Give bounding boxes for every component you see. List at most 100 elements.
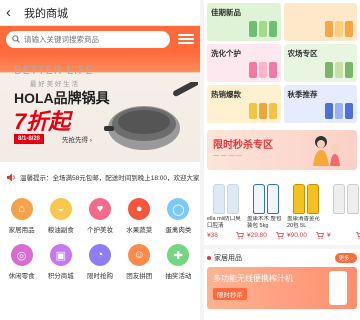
product-card[interactable]: 盈康清香金花 20包 5L ¥90.00 (287, 176, 324, 239)
category-label: 休闲零食 (8, 273, 35, 280)
product-price: ¥90.00 (287, 232, 307, 239)
flash-sale-banner[interactable]: 限时秒杀专区 — — — — (207, 130, 357, 170)
banner-date: 8/1-8/28 (14, 134, 45, 144)
home-goods-section: 家居用品 更多 › 多功能无线便携榨汁机 限时秒杀 (204, 245, 360, 309)
section-promo-banner[interactable]: 多功能无线便携榨汁机 限时秒杀 (207, 267, 357, 309)
top-bar: ‹ 我的商城 (0, 0, 200, 26)
banner-discount: 7折起 (14, 109, 71, 134)
menu-icon[interactable] (178, 32, 194, 46)
feature-tiles: 佳期新品洗化个护 农场专区热销爆款 秋季推荐 (204, 0, 360, 126)
back-arrow-icon[interactable]: ‹ (6, 5, 20, 20)
add-to-cart-icon[interactable] (276, 232, 284, 239)
tile-label: 热销爆款 (211, 90, 241, 99)
category-item[interactable]: ✚ 抽奖活动 (159, 244, 198, 280)
section-title: 家居用品 (214, 255, 242, 262)
speaker-icon (7, 173, 15, 181)
feature-tile[interactable]: 热销爆款 (207, 85, 281, 123)
tile-products-image (325, 21, 353, 37)
search-box[interactable] (6, 30, 170, 48)
category-label: 水果蔬菜 (126, 227, 153, 234)
search-input[interactable] (24, 34, 144, 44)
lollipop-icon: ◎ (10, 244, 33, 266)
category-label: 粮油副食 (47, 227, 74, 234)
tile-label: 佳期新品 (211, 8, 241, 17)
category-label: 积分商城 (47, 273, 74, 280)
feature-tile[interactable]: 秋季推荐 (283, 85, 357, 123)
notice-text: 温馨提示：全场满58元包邮，配送时间到晚上18:00，欢迎大家 (20, 175, 200, 182)
category-item[interactable]: ⌂ 家居用品 (2, 198, 41, 234)
section-dot-icon (207, 256, 211, 260)
category-label: 抽奖活动 (165, 273, 192, 280)
tile-label: 农场专区 (287, 49, 318, 58)
banner-cta[interactable]: 先抢先得 › (62, 134, 92, 144)
product-price: ¥29.80 (247, 232, 267, 239)
product-name: ella mii防口臭口腔清 (207, 216, 241, 229)
product-card[interactable]: 盈康木木 整包装包 5kg ¥29.80 (247, 176, 284, 239)
egg-icon: ◯ (167, 198, 190, 220)
category-item[interactable]: ◯ 蛋禽肉类 (159, 198, 198, 234)
category-item[interactable]: ☺ 团友拼团 (120, 244, 159, 280)
category-label: 家居用品 (8, 227, 35, 234)
feature-tile[interactable] (283, 3, 357, 41)
apple-icon: ● (128, 198, 151, 220)
tile-products-image (248, 62, 277, 78)
home-screen: ‹ 我的商城 BETTER LIFE 最 好 美 好 生 活 HOLA品牌锅具 … (0, 0, 200, 320)
section-promo-tag: 限时秒杀 (213, 288, 247, 300)
feature-tile[interactable]: 农场专区 (283, 44, 357, 82)
banner-brand: BETTER LIFE (14, 64, 94, 77)
section-header: 家居用品 (207, 253, 242, 263)
category-label: 限时抢购 (86, 273, 113, 280)
category-label: 蛋禽肉类 (165, 227, 192, 234)
banner-brand-sub: 最 好 美 好 生 活 (30, 81, 79, 88)
category-screen: 佳期新品洗化个护 农场专区热销爆款 秋季推荐 限时秒杀专区 — — — — ella… (204, 0, 360, 320)
category-item[interactable]: ◔ 限时抢购 (80, 244, 119, 280)
group-icon: ☺ (128, 244, 151, 266)
juicer-image (329, 271, 347, 305)
feature-tile[interactable]: 佳期新品 (207, 3, 281, 41)
product-price: ¥38 (207, 232, 218, 239)
more-button[interactable]: 更多 › (334, 253, 357, 263)
product-strip: ella mii防口臭口腔清 ¥38 盈康木木 整包装包 5kg ¥29.80 盈康清香… (204, 170, 360, 239)
product-name: 盈康清香金花 20包 5L (287, 216, 321, 229)
search-icon (12, 35, 20, 43)
tile-products-image (248, 103, 277, 119)
category-label: 团友拼团 (126, 273, 153, 280)
category-item[interactable]: ♥ 个护美妆 (80, 198, 119, 234)
search-bar (0, 26, 200, 52)
lipstick-icon: ♥ (88, 198, 111, 220)
product-image (247, 176, 284, 214)
product-name: 盈康木木 整包装包 5kg (247, 216, 282, 229)
add-to-cart-icon[interactable] (236, 232, 244, 239)
tile-products-image (325, 62, 353, 78)
product-image (327, 176, 360, 214)
rice-bowl-icon: ◒ (49, 198, 72, 220)
page-title: 我的商城 (24, 7, 68, 20)
mother-child-illustration (313, 136, 340, 166)
sofa-icon: ⌂ (10, 198, 33, 220)
add-to-cart-icon[interactable] (316, 232, 324, 239)
promo-banner[interactable]: BETTER LIFE 最 好 美 好 生 活 HOLA品牌锅具 7折起 8/1… (0, 52, 200, 162)
shop-icon: ▣ (49, 244, 72, 266)
category-label: 个护美妆 (86, 227, 113, 234)
feature-tile[interactable]: 洗化个护 (207, 44, 281, 82)
tile-label: 秋季推荐 (287, 90, 318, 99)
category-grid: ⌂ 家居用品 ◒ 粮油副食 ♥ 个护美妆 ● 水果蔬菜 ◯ 蛋禽肉类 ◎ 休闲零食 ▣ 积分商城 ◔ 限时抢购… (0, 188, 200, 280)
tile-label: 洗化个护 (211, 49, 241, 58)
category-item[interactable]: ◒ 粮油副食 (41, 198, 80, 234)
tile-products-image (248, 21, 277, 37)
wok-image (104, 82, 198, 150)
product-name (327, 216, 360, 230)
category-item[interactable]: ▣ 积分商城 (41, 244, 80, 280)
product-image (207, 176, 244, 214)
clock-icon: ◔ (88, 244, 111, 266)
category-item[interactable]: ◎ 休闲零食 (2, 244, 41, 280)
notice-bar: 温馨提示：全场满58元包邮，配送时间到晚上18:00，欢迎大家 (0, 166, 200, 188)
product-image (287, 176, 324, 214)
gift-icon: ✚ (167, 244, 190, 266)
add-to-cart-icon[interactable] (356, 232, 360, 239)
product-card[interactable]: ella mii防口臭口腔清 ¥38 (207, 176, 244, 239)
product-price: ¥ (327, 232, 331, 239)
category-item[interactable]: ● 水果蔬菜 (120, 198, 159, 234)
product-card[interactable]: ¥ (327, 176, 360, 239)
tile-products-image (325, 103, 353, 119)
